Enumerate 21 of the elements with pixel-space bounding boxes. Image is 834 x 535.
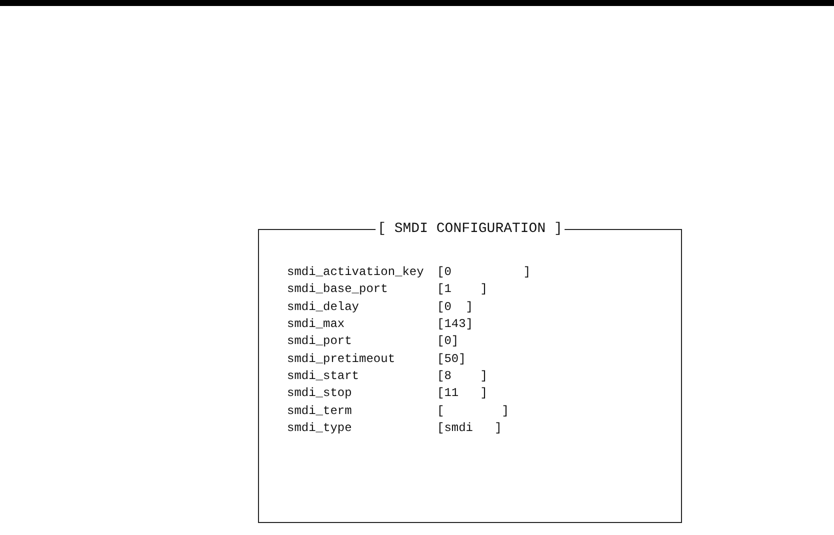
- setting-field[interactable]: [143]: [437, 317, 474, 332]
- setting-label: smdi_stop: [287, 386, 353, 402]
- setting-label: smdi_max: [287, 317, 346, 332]
- setting-label: smdi_delay: [287, 300, 360, 315]
- setting-label: smdi_activation_key: [287, 265, 425, 280]
- setting-field[interactable]: [0 ]: [437, 265, 531, 280]
- setting-label: smdi_pretimeout: [287, 352, 396, 367]
- setting-field[interactable]: [0]: [437, 334, 459, 350]
- setting-field[interactable]: [11 ]: [437, 386, 488, 402]
- setting-field[interactable]: [50]: [437, 352, 466, 367]
- setting-field[interactable]: [0 ]: [437, 300, 474, 315]
- setting-label: smdi_start: [287, 368, 360, 384]
- setting-field[interactable]: [smdi ]: [437, 420, 502, 436]
- setting-field[interactable]: [ ]: [437, 404, 510, 419]
- panel-title: [ SMDI CONFIGURATION ]: [376, 221, 564, 237]
- setting-label: smdi_base_port: [287, 282, 389, 298]
- setting-field[interactable]: [8 ]: [437, 368, 488, 384]
- setting-label: smdi_term: [287, 404, 353, 419]
- setting-label: smdi_port: [287, 334, 353, 350]
- setting-label: smdi_type: [287, 420, 353, 436]
- setting-field[interactable]: [1 ]: [437, 282, 488, 298]
